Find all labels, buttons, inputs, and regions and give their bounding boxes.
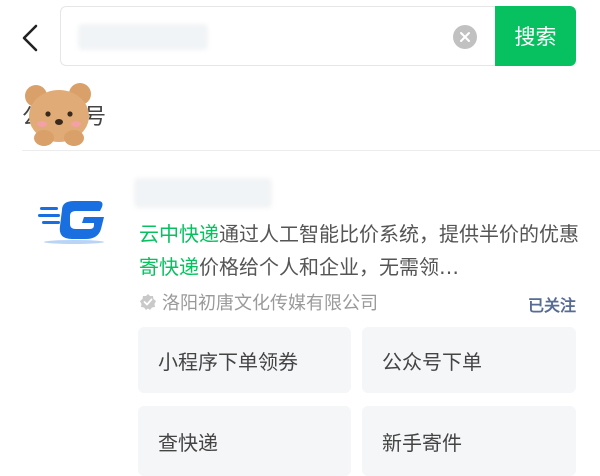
clear-search-button[interactable] [453,25,477,49]
account-description: 云中快递通过人工智能比价系统，提供半价的优惠寄快递价格给个人和企业，无需领… [139,218,579,284]
description-text: 通过人工智能比价系统，提供半价的优惠 [219,222,579,246]
account-logo[interactable] [38,198,110,246]
chevron-left-icon [22,24,38,52]
owner-name: 洛阳初唐文化传媒有限公司 [162,293,378,314]
account-name-redacted[interactable] [134,178,272,208]
search-button[interactable]: 搜索 [495,6,576,66]
followed-status[interactable]: 已关注 [528,292,576,316]
description-text: 价格给个人和企业，无需领… [199,255,459,279]
menu-button-track-express[interactable]: 查快递 [138,406,351,476]
close-icon [460,32,470,42]
back-button[interactable] [14,20,46,56]
divider [22,150,600,151]
description-keyword: 寄快递 [139,255,199,279]
account-owner: 洛阳初唐文化传媒有限公司 [139,289,378,315]
verified-badge-icon [140,294,156,310]
menu-button-official-order[interactable]: 公众号下单 [362,327,576,393]
menu-button-new-user-send[interactable]: 新手寄件 [362,406,576,476]
search-query-redacted [78,24,208,50]
bear-sticker-icon [25,83,91,146]
menu-button-miniprogram-order[interactable]: 小程序下单领券 [138,327,351,393]
description-keyword: 云中快递 [139,222,219,246]
